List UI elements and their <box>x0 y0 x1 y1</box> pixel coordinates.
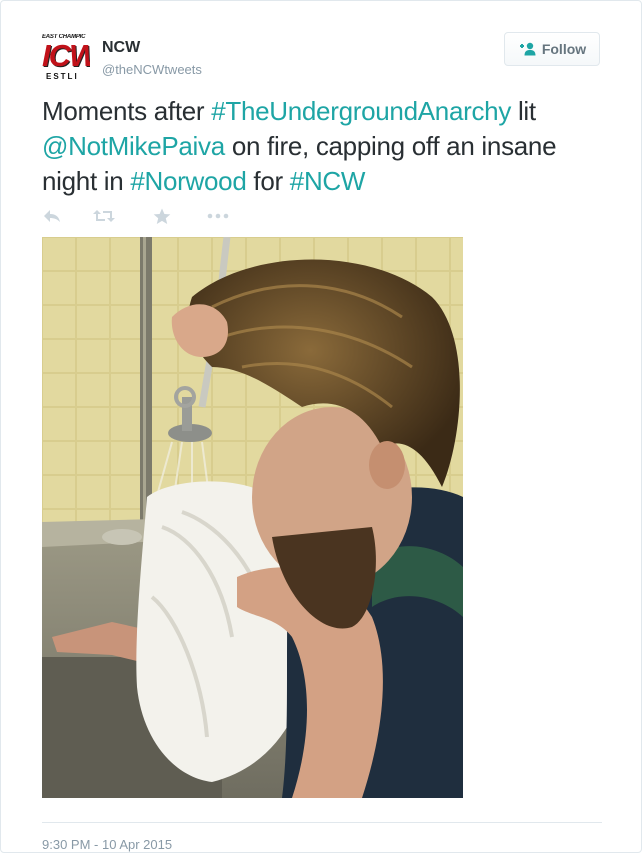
footer-divider <box>42 822 602 823</box>
favorite-button[interactable] <box>153 207 171 225</box>
retweet-button[interactable] <box>93 207 115 225</box>
avatar-bottom-text: ESTLI <box>46 72 79 81</box>
tweet-photo[interactable] <box>42 237 463 798</box>
tweet-link[interactable]: @NotMikePaiva <box>42 131 225 161</box>
tweet-card: EAST CHAMPIC ICW ESTLI NCW @theNCWtweets… <box>0 0 642 853</box>
tweet-text-segment: Moments after <box>42 96 212 126</box>
tweet-text-segment: for <box>246 166 290 196</box>
tweet-timestamp[interactable]: 9:30 PM - 10 Apr 2015 <box>42 837 172 852</box>
photo-illustration <box>42 237 463 798</box>
follow-button[interactable]: Follow <box>504 32 600 66</box>
star-icon <box>153 208 171 224</box>
tweet-link[interactable]: #TheUndergroundAnarchy <box>211 96 511 126</box>
follow-button-label: Follow <box>541 41 587 57</box>
add-user-icon <box>519 42 536 56</box>
tweet-text: Moments after #TheUndergroundAnarchy lit… <box>42 94 602 199</box>
tweet-link[interactable]: #NCW <box>290 166 366 196</box>
tweet-actions <box>42 207 242 227</box>
reply-button[interactable] <box>42 207 62 225</box>
author-name[interactable]: NCW <box>102 39 140 57</box>
author-handle[interactable]: @theNCWtweets <box>102 62 202 77</box>
tweet-link[interactable]: #Norwood <box>130 166 246 196</box>
retweet-icon <box>93 210 115 222</box>
avatar-logo-text: ICW <box>42 38 90 73</box>
avatar[interactable]: EAST CHAMPIC ICW ESTLI <box>42 34 90 82</box>
tweet-text-segment: lit <box>511 96 536 126</box>
more-button[interactable] <box>207 207 229 225</box>
reply-icon <box>44 210 60 222</box>
more-icon <box>207 213 229 219</box>
